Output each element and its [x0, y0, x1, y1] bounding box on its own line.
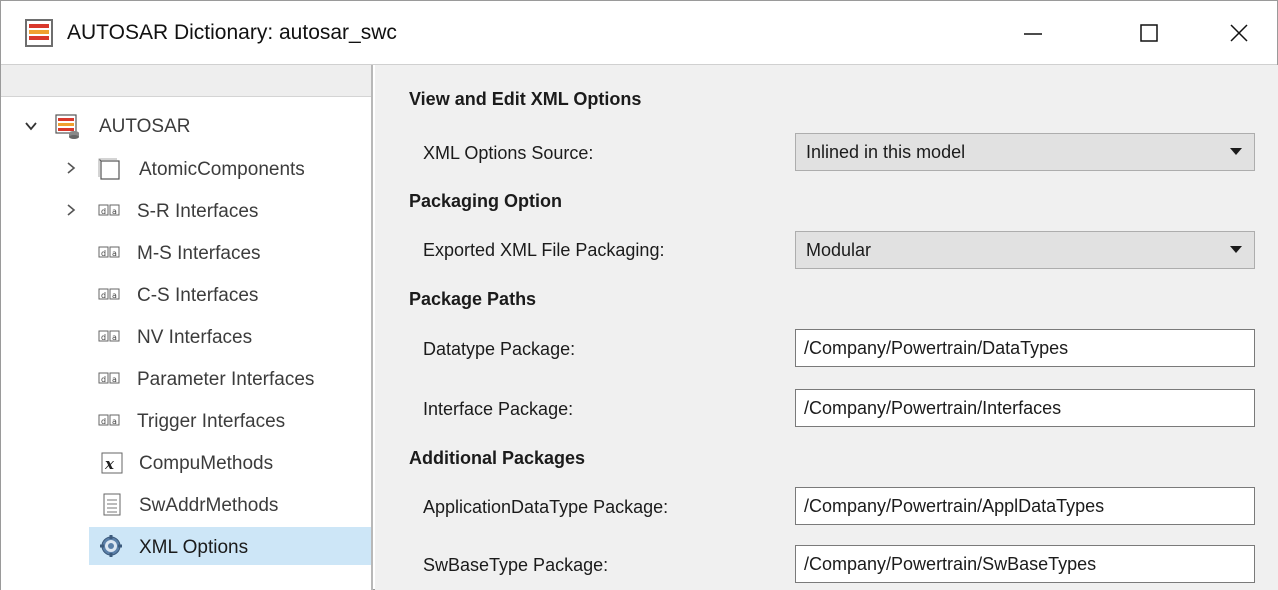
tree-item-atomiccomponents[interactable]: AtomicComponents	[1, 149, 371, 187]
tree-item-autosar[interactable]: AUTOSAR	[1, 107, 371, 145]
svg-text:d: d	[101, 249, 106, 258]
tree-item-nv-interfaces[interactable]: da NV Interfaces	[1, 317, 371, 355]
chevron-down-icon[interactable]	[23, 118, 39, 134]
svg-text:a: a	[112, 291, 117, 300]
document-list-icon	[101, 492, 123, 518]
autosar-db-icon	[55, 113, 81, 139]
svg-text:d: d	[101, 207, 106, 216]
tree-label: M-S Interfaces	[137, 243, 261, 264]
tree-item-parameter-interfaces[interactable]: da Parameter Interfaces	[1, 359, 371, 397]
svg-text:a: a	[112, 417, 117, 426]
minimize-button[interactable]	[1003, 1, 1063, 65]
tree-panel: AUTOSAR AtomicComponents da S-R Interfac…	[1, 65, 373, 590]
svg-text:a: a	[112, 375, 117, 384]
maximize-icon	[1140, 24, 1158, 42]
svg-text:d: d	[101, 333, 106, 342]
interface-package-label: Interface Package:	[423, 399, 574, 419]
xml-options-panel: View and Edit XML Options XML Options So…	[375, 65, 1278, 590]
chevron-down-icon	[1230, 246, 1242, 253]
autosar-dictionary-window: AUTOSAR Dictionary: autosar_swc AUTOSAR …	[0, 0, 1278, 590]
minimize-icon	[1024, 33, 1042, 35]
swbasetype-package-label: SwBaseType Package:	[423, 555, 609, 575]
title-bar[interactable]: AUTOSAR Dictionary: autosar_swc	[1, 1, 1277, 65]
close-button[interactable]	[1209, 1, 1269, 65]
xml-options-source-label: XML Options Source:	[423, 143, 594, 163]
function-x-icon: x	[99, 450, 125, 476]
section-title-view-edit: View and Edit XML Options	[409, 89, 642, 109]
tree-header	[1, 65, 371, 97]
autosar-dictionary-app-icon	[25, 19, 53, 47]
svg-text:a: a	[112, 249, 117, 258]
section-title-package-paths: Package Paths	[409, 289, 537, 309]
exported-packaging-value: Modular	[806, 239, 872, 260]
tree-item-ms-interfaces[interactable]: da M-S Interfaces	[1, 233, 371, 271]
tree-label: CompuMethods	[139, 453, 274, 474]
svg-text:a: a	[112, 333, 117, 342]
maximize-button[interactable]	[1119, 1, 1179, 65]
close-icon	[1230, 24, 1248, 42]
svg-text:d: d	[101, 291, 106, 300]
datatype-package-field[interactable]	[795, 329, 1255, 367]
tree-label: SwAddrMethods	[139, 495, 279, 516]
svg-text:d: d	[101, 417, 106, 426]
exported-packaging-label: Exported XML File Packaging:	[423, 240, 665, 260]
tree-item-xml-options[interactable]: XML Options	[89, 527, 371, 565]
tree-label: AtomicComponents	[139, 159, 305, 180]
svg-text:x: x	[104, 455, 115, 473]
interface-icon: da	[97, 370, 127, 386]
tree-label: S-R Interfaces	[137, 201, 259, 222]
tree-label: XML Options	[139, 537, 249, 558]
tree-item-sr-interfaces[interactable]: da S-R Interfaces	[1, 191, 371, 229]
component-icon	[97, 157, 121, 181]
interface-icon: da	[97, 202, 127, 218]
gear-icon	[99, 534, 123, 558]
tree-item-cs-interfaces[interactable]: da C-S Interfaces	[1, 275, 371, 313]
interface-icon: da	[97, 244, 127, 260]
tree-item-compumethods[interactable]: x CompuMethods	[1, 443, 371, 481]
section-title-packaging: Packaging Option	[409, 191, 563, 211]
chevron-down-icon	[1230, 148, 1242, 155]
tree-label: C-S Interfaces	[137, 285, 259, 306]
svg-text:d: d	[101, 375, 106, 384]
tree-label: AUTOSAR	[99, 116, 191, 137]
datatype-package-label: Datatype Package:	[423, 339, 576, 359]
tree-label: NV Interfaces	[137, 327, 253, 348]
chevron-right-icon[interactable]	[63, 160, 79, 176]
section-title-additional: Additional Packages	[409, 448, 586, 468]
chevron-right-icon[interactable]	[63, 202, 79, 218]
xml-options-source-dropdown[interactable]: Inlined in this model	[795, 133, 1255, 171]
exported-packaging-dropdown[interactable]: Modular	[795, 231, 1255, 269]
appl-datatype-package-field[interactable]	[795, 487, 1255, 525]
xml-options-source-value: Inlined in this model	[806, 141, 966, 162]
tree-label: Trigger Interfaces	[137, 411, 286, 432]
interface-icon: da	[97, 286, 127, 302]
tree-item-swaddrmethods[interactable]: SwAddrMethods	[1, 485, 371, 523]
svg-text:a: a	[112, 207, 117, 216]
interface-icon: da	[97, 412, 127, 428]
tree-label: Parameter Interfaces	[137, 369, 315, 390]
tree-item-trigger-interfaces[interactable]: da Trigger Interfaces	[1, 401, 371, 439]
interface-package-field[interactable]	[795, 389, 1255, 427]
appl-datatype-package-label: ApplicationDataType Package:	[423, 497, 669, 517]
interface-icon: da	[97, 328, 127, 344]
window-title: AUTOSAR Dictionary: autosar_swc	[67, 21, 397, 44]
swbasetype-package-field[interactable]	[795, 545, 1255, 583]
